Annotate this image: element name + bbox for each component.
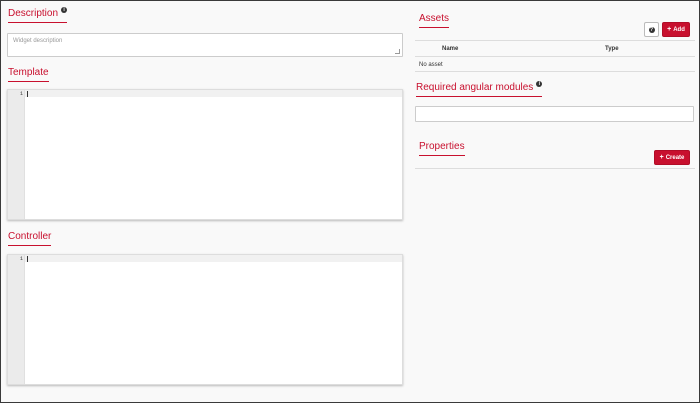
controller-editor[interactable]: 1	[7, 254, 403, 385]
column-header-name: Name	[442, 46, 459, 52]
assets-title: Assets	[419, 13, 450, 28]
description-title: Description i	[8, 7, 68, 23]
add-asset-button[interactable]: + Add	[662, 22, 690, 37]
widget-editor-page: Descriptioni Template 1 Controller 1 Ass…	[0, 0, 700, 403]
modules-input[interactable]	[415, 106, 694, 122]
info-icon[interactable]: i	[61, 7, 68, 13]
active-line-highlight	[25, 255, 402, 262]
text-cursor	[27, 91, 28, 97]
properties-title: Properties	[419, 141, 465, 156]
info-icon[interactable]: i	[536, 81, 543, 87]
empty-assets-text: No asset	[419, 62, 443, 68]
controller-title: Controller	[8, 231, 52, 246]
description-input[interactable]	[7, 33, 403, 57]
assets-table-header: Name Type	[415, 40, 695, 57]
text-cursor	[27, 256, 28, 262]
template-editor[interactable]: 1	[7, 89, 403, 220]
plus-icon: +	[659, 154, 664, 161]
modules-title: Required angular modules i	[416, 81, 543, 97]
line-number: 1	[19, 256, 23, 262]
plus-icon: +	[667, 26, 672, 33]
question-icon: ?	[648, 26, 655, 33]
editor-gutter: 1	[8, 255, 25, 384]
active-line-highlight	[25, 90, 402, 97]
create-property-button[interactable]: + Create	[654, 150, 690, 165]
properties-divider	[415, 168, 695, 169]
table-row: No asset	[415, 58, 695, 72]
template-title: Template	[8, 67, 49, 82]
line-number: 1	[19, 91, 23, 97]
editor-gutter: 1	[8, 90, 25, 219]
column-header-type: Type	[605, 46, 619, 52]
assets-help-button[interactable]: ?	[644, 22, 659, 37]
